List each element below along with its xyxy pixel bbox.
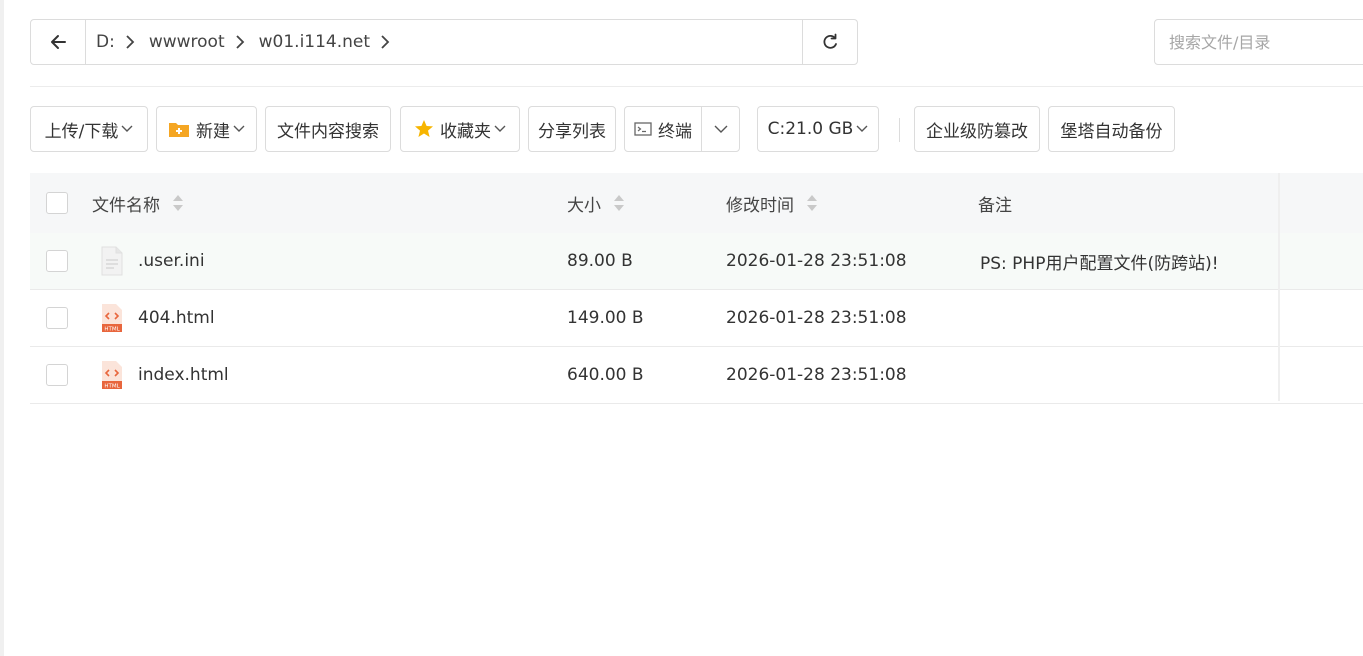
- share-list-button[interactable]: 分享列表: [528, 106, 616, 152]
- refresh-icon: [823, 33, 837, 49]
- header-mtime[interactable]: 修改时间: [726, 191, 818, 216]
- header-size-label: 大小: [567, 195, 601, 216]
- left-edge: [0, 0, 4, 656]
- ini-file-icon: [101, 246, 123, 276]
- column-divider: [1278, 173, 1280, 401]
- file-table: 文件名称 大小 修改时间 备注 .user.ini 89.00 B 2026-0…: [30, 173, 1363, 404]
- favorites-button[interactable]: 收藏夹: [400, 106, 520, 152]
- divider: [30, 86, 1363, 87]
- row-checkbox[interactable]: [46, 250, 68, 272]
- chevron-down-icon: [233, 125, 245, 133]
- star-icon: [415, 120, 433, 137]
- arrow-left-icon: [51, 35, 66, 49]
- tamper-protect-button[interactable]: 企业级防篡改: [914, 106, 1040, 152]
- content-search-label: 文件内容搜索: [277, 121, 379, 142]
- row-checkbox[interactable]: [46, 364, 68, 386]
- svg-text:HTML: HTML: [104, 326, 120, 332]
- new-folder-icon: [169, 123, 189, 137]
- search-input[interactable]: [1154, 19, 1363, 65]
- header-mtime-label: 修改时间: [726, 195, 794, 216]
- terminal-button[interactable]: 终端: [624, 106, 740, 152]
- chevron-down-icon: [714, 125, 727, 133]
- file-size: 149.00 B: [567, 308, 644, 328]
- upload-download-button[interactable]: 上传/下载: [30, 106, 148, 152]
- file-mtime: 2026-01-28 23:51:08: [726, 251, 907, 271]
- terminal-icon: [634, 122, 652, 136]
- header-note-label: 备注: [978, 195, 1012, 216]
- file-name-cell[interactable]: .user.ini: [100, 246, 205, 276]
- header-note: 备注: [978, 191, 1012, 216]
- tamper-protect-label: 企业级防篡改: [926, 121, 1028, 142]
- table-row[interactable]: HTML index.html 640.00 B 2026-01-28 23:5…: [30, 347, 1363, 404]
- file-name: index.html: [138, 365, 229, 385]
- breadcrumb-item-site[interactable]: w01.i114.net: [259, 32, 370, 52]
- content-search-button[interactable]: 文件内容搜索: [265, 106, 391, 152]
- auto-backup-button[interactable]: 堡塔自动备份: [1048, 106, 1175, 152]
- table-row[interactable]: .user.ini 89.00 B 2026-01-28 23:51:08 PS…: [30, 233, 1363, 290]
- favorites-label: 收藏夹: [440, 121, 491, 142]
- header-name[interactable]: 文件名称: [92, 191, 184, 216]
- breadcrumb-item-drive[interactable]: D:: [96, 32, 115, 52]
- file-name-cell[interactable]: HTML index.html: [100, 360, 229, 390]
- chevron-right-icon: [380, 35, 390, 49]
- chevron-right-icon: [235, 35, 245, 49]
- select-all-checkbox[interactable]: [46, 192, 68, 214]
- share-list-label: 分享列表: [538, 121, 606, 142]
- terminal-main[interactable]: 终端: [625, 117, 701, 142]
- row-checkbox[interactable]: [46, 307, 68, 329]
- breadcrumb-item-wwwroot[interactable]: wwwroot: [149, 32, 225, 52]
- table-header: 文件名称 大小 修改时间 备注: [30, 173, 1363, 233]
- file-size: 89.00 B: [567, 251, 633, 271]
- refresh-button[interactable]: [802, 20, 857, 64]
- terminal-label: 终端: [658, 121, 692, 142]
- chevron-right-icon: [125, 35, 135, 49]
- terminal-dropdown[interactable]: [701, 107, 739, 151]
- toolbar-divider: [899, 118, 900, 142]
- sort-icon: [172, 194, 184, 212]
- chevron-down-icon: [856, 125, 868, 133]
- disk-label: C:21.0 GB: [767, 119, 854, 139]
- file-name: 404.html: [138, 308, 215, 328]
- chevron-down-icon: [121, 125, 133, 133]
- sort-icon: [613, 194, 625, 212]
- file-note[interactable]: PS: PHP用户配置文件(防跨站)!: [980, 249, 1219, 274]
- breadcrumb: D: wwwroot w01.i114.net: [86, 20, 802, 64]
- file-name-cell[interactable]: HTML 404.html: [100, 303, 215, 333]
- auto-backup-label: 堡塔自动备份: [1060, 121, 1163, 142]
- svg-text:HTML: HTML: [104, 383, 120, 389]
- header-name-label: 文件名称: [92, 195, 160, 216]
- table-row[interactable]: HTML 404.html 149.00 B 2026-01-28 23:51:…: [30, 290, 1363, 347]
- sort-icon: [806, 194, 818, 212]
- new-label: 新建: [196, 121, 230, 142]
- header-size[interactable]: 大小: [567, 191, 625, 216]
- html-file-icon: HTML: [102, 361, 122, 389]
- chevron-down-icon: [494, 125, 506, 133]
- file-size: 640.00 B: [567, 365, 644, 385]
- new-button[interactable]: 新建: [156, 106, 257, 152]
- file-mtime: 2026-01-28 23:51:08: [726, 365, 907, 385]
- html-file-icon: HTML: [102, 304, 122, 332]
- path-bar: D: wwwroot w01.i114.net: [30, 19, 858, 65]
- disk-select[interactable]: C:21.0 GB: [757, 106, 879, 152]
- upload-download-label: 上传/下载: [44, 121, 119, 142]
- file-mtime: 2026-01-28 23:51:08: [726, 308, 907, 328]
- back-button[interactable]: [31, 20, 86, 64]
- file-name: .user.ini: [138, 251, 205, 271]
